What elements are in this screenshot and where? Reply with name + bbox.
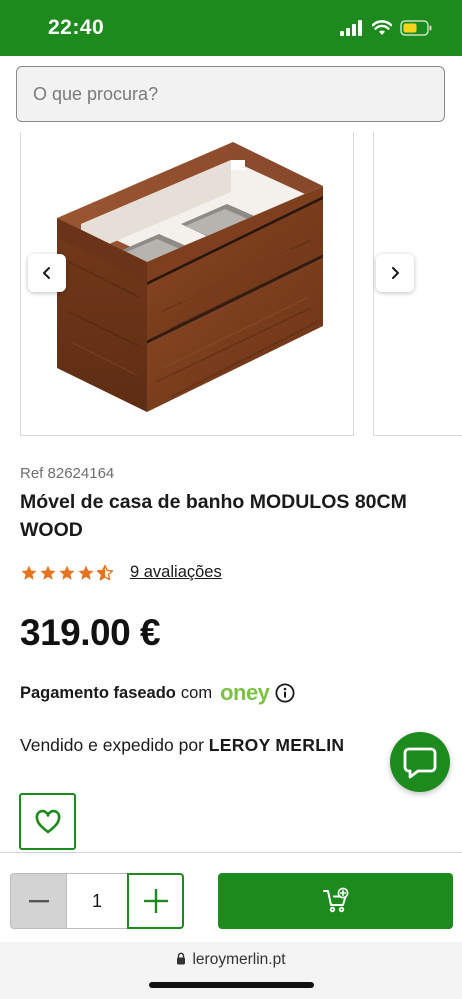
signal-icon <box>340 20 362 36</box>
url-display[interactable]: leroymerlin.pt <box>0 951 462 969</box>
installment-payment: Pagamento faseado com oney <box>20 682 295 704</box>
bottom-action-bar: 1 <box>0 852 462 942</box>
minus-icon <box>28 900 49 903</box>
url-text: leroymerlin.pt <box>192 951 286 968</box>
carousel-prev-button[interactable] <box>28 254 66 292</box>
quantity-increase-button[interactable] <box>127 873 184 929</box>
status-icons <box>340 20 432 36</box>
installment-label: Pagamento faseado <box>20 683 176 702</box>
status-bar: 22:40 <box>0 0 462 56</box>
product-image-carousel[interactable] <box>0 132 462 436</box>
star-full-icon <box>78 565 94 580</box>
star-full-icon <box>59 565 75 580</box>
bathroom-vanity-image <box>57 142 323 412</box>
installment-with-text: com <box>180 683 213 702</box>
wishlist-button[interactable] <box>19 793 76 850</box>
chevron-right-icon <box>392 267 399 279</box>
battery-icon <box>400 20 432 36</box>
add-to-cart-button[interactable] <box>218 873 453 929</box>
star-full-icon <box>40 565 56 580</box>
chevron-left-icon <box>43 267 50 279</box>
status-time: 22:40 <box>48 16 105 39</box>
search-input[interactable] <box>16 66 445 122</box>
product-rating: 9 avaliações <box>20 563 222 582</box>
chat-bubble-icon <box>403 747 437 779</box>
product-price: 319.00 € <box>20 612 161 653</box>
plus-icon <box>143 889 168 913</box>
quantity-input[interactable]: 1 <box>67 873 127 929</box>
home-indicator[interactable] <box>149 982 314 988</box>
oney-logo: oney <box>220 680 270 705</box>
seller-info: Vendido e expedido por LEROY MERLIN <box>20 735 344 756</box>
chat-button[interactable] <box>390 732 450 792</box>
star-full-icon <box>21 565 37 580</box>
star-half-icon <box>96 564 114 580</box>
seller-name: LEROY MERLIN <box>208 735 345 755</box>
heart-icon <box>35 809 60 833</box>
product-image-slide[interactable] <box>20 132 354 436</box>
product-title: Móvel de casa de banho MODULOS 80CM WOOD <box>20 491 407 541</box>
carousel-next-button[interactable] <box>376 254 414 292</box>
cart-add-icon <box>322 887 348 913</box>
quantity-decrease-button[interactable] <box>10 873 67 929</box>
info-icon[interactable] <box>275 683 295 703</box>
seller-prefix: Vendido e expedido por <box>20 735 204 755</box>
product-ref: Ref 82624164 <box>20 465 115 482</box>
rating-stars <box>20 564 114 582</box>
lock-icon <box>177 952 186 965</box>
search-bar <box>0 56 462 132</box>
browser-url-bar[interactable]: leroymerlin.pt <box>0 942 462 999</box>
reviews-link[interactable]: 9 avaliações <box>130 563 222 582</box>
wifi-icon <box>372 20 392 35</box>
